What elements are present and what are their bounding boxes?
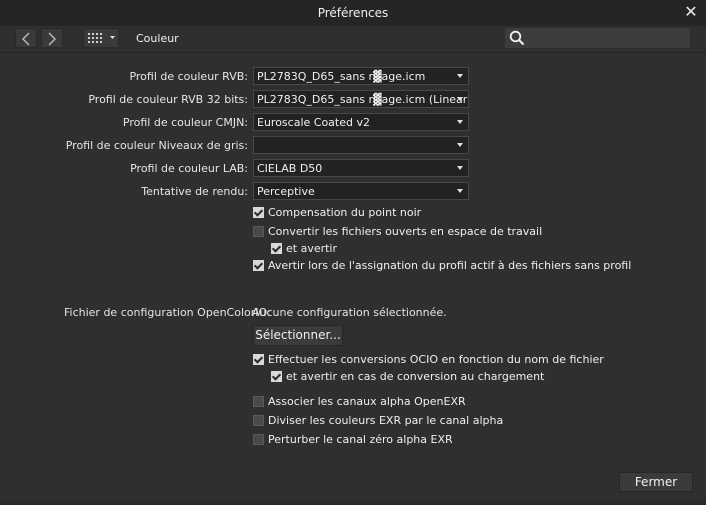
cmyk-profile-value: Euroscale Coated v2 <box>257 116 370 129</box>
forward-button[interactable] <box>41 28 63 48</box>
checkbox-unchecked[interactable] <box>253 226 264 237</box>
rendering-intent-label: Tentative de rendu: <box>141 185 248 198</box>
checkbox-checked[interactable] <box>253 207 264 218</box>
title-bar: Préférences ✕ <box>0 0 706 27</box>
gray-profile-label: Profil de couleur Niveaux de gris: <box>65 139 248 152</box>
rendering-intent-select[interactable]: Perceptive <box>253 182 469 200</box>
section-title: Couleur <box>136 32 179 45</box>
cmyk-profile-select[interactable]: Euroscale Coated v2 <box>253 113 469 131</box>
window-title: Préférences <box>317 6 389 20</box>
rendering-intent-value: Perceptive <box>257 185 315 198</box>
ocio-config-value: Aucune configuration sélectionnée. <box>252 306 447 319</box>
gray-profile-select[interactable] <box>253 136 469 154</box>
select-ocio-button[interactable]: Sélectionner... <box>253 325 343 346</box>
sections-menu-button[interactable] <box>83 28 119 48</box>
toolbar: Couleur <box>0 26 706 53</box>
rgb32-profile-select[interactable]: PL2783Q_D65_sans r▓age.icm (Linear) <box>253 90 469 108</box>
chevron-down-icon <box>457 97 463 101</box>
search-box[interactable] <box>505 28 690 48</box>
close-button[interactable]: Fermer <box>619 472 693 492</box>
close-icon[interactable]: ✕ <box>682 2 700 22</box>
rgb-profile-value: PL2783Q_D65_sans r▓age.icm <box>257 70 426 83</box>
window-bottom-edge <box>0 501 706 505</box>
search-input[interactable] <box>531 30 681 45</box>
rgb-profile-select[interactable]: PL2783Q_D65_sans r▓age.icm <box>253 67 469 85</box>
back-button[interactable] <box>15 28 37 48</box>
checkbox-checked[interactable] <box>271 371 282 382</box>
chevron-down-icon <box>457 189 463 193</box>
search-icon <box>509 30 525 46</box>
chevron-down-icon <box>457 74 463 78</box>
chevron-left-icon <box>22 32 30 46</box>
chevron-down-icon <box>110 36 115 39</box>
cmyk-profile-label: Profil de couleur CMJN: <box>122 116 248 129</box>
checkbox-unchecked[interactable] <box>253 396 264 407</box>
checkbox-checked[interactable] <box>253 260 264 271</box>
grid-icon <box>88 33 115 43</box>
chevron-down-icon <box>457 120 463 124</box>
checkbox-unchecked[interactable] <box>253 415 264 426</box>
checkbox-unchecked[interactable] <box>253 434 264 445</box>
chevron-down-icon <box>457 166 463 170</box>
rgb32-profile-value: PL2783Q_D65_sans r▓age.icm (Linear) <box>257 93 469 106</box>
lab-profile-select[interactable]: CIELAB D50 <box>253 159 469 177</box>
lab-profile-value: CIELAB D50 <box>257 162 323 175</box>
ocio-config-label: Fichier de configuration OpenColorIO: <box>64 306 271 319</box>
lab-profile-label: Profil de couleur LAB: <box>130 162 248 175</box>
rgb-profile-label: Profil de couleur RVB: <box>129 70 248 83</box>
chevron-right-icon <box>48 32 56 46</box>
chevron-down-icon <box>457 143 463 147</box>
checkbox-checked[interactable] <box>253 354 264 365</box>
checkbox-checked[interactable] <box>271 243 282 254</box>
rgb32-profile-label: Profil de couleur RVB 32 bits: <box>88 93 248 106</box>
